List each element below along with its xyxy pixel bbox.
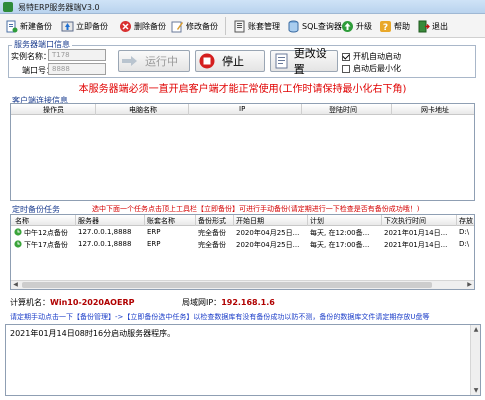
exit-button[interactable]: 退出 [416,17,448,35]
sql-analyzer-button[interactable]: SQL查询器 [286,17,342,35]
table-row[interactable]: 下午17点备份 127.0.0.1,8888 ERP 完全备份 2020年04月… [11,239,474,250]
scroll-down-icon[interactable]: ▼ [471,386,481,395]
col-ip: IP [239,105,246,113]
new-document-icon [4,19,18,33]
window-title: 易特ERP服务器端V3.0 [18,3,100,12]
autostart-checkbox[interactable]: 开机自动启动 [342,51,401,62]
scroll-up-icon[interactable]: ▲ [471,325,481,334]
computer-name-info: 计算机名：Win10-2020AOERP [10,298,135,307]
edit-backup-button[interactable]: 修改备份 [170,17,218,35]
log-vertical-scrollbar[interactable]: ▲ ▼ [470,325,480,395]
backup-notice: 请定期手动点击一下【备份管理】->【立即备份选中任务】以检查数据库有没有备份成功… [10,313,430,321]
scrollbar-thumb[interactable] [22,282,432,288]
toolbar-divider [225,17,226,35]
help-icon: ? [378,19,392,33]
account-book-icon [232,19,246,33]
instance-field[interactable]: T178 [48,49,106,61]
minimize-checkbox[interactable]: 启动后最小化 [342,63,401,74]
database-icon [286,19,300,33]
help-button[interactable]: ? 帮助 [378,17,410,35]
lan-ip-info: 局域网IP：192.168.1.6 [182,298,275,307]
schedule-table[interactable]: 名称 服务器 账套名称 备份形式 开始日期 计划 下次执行时间 存放 中午12点… [10,214,475,290]
port-field[interactable]: 8888 [48,63,106,75]
upgrade-button[interactable]: 升级 [340,17,372,35]
schedule-hint: 选中下面一个任务点击顶上工具栏【立即备份】可进行手动备份(请定期进行一下检查是否… [92,205,420,213]
clients-table-header: 操作员 电脑名称 IP 登陆时间 网卡地址 [11,104,474,115]
schedule-table-header: 名称 服务器 账套名称 备份形式 开始日期 计划 下次执行时间 存放 [11,215,474,226]
col-name: 名称 [15,217,29,225]
log-textarea[interactable]: 2021年01月14日08时16分启动服务器程序。 ▲ ▼ [5,324,481,396]
warning-banner: 本服务器端必须一直开启客户端才能正常使用(工作时请保持最小化右下角) [78,84,407,95]
backup-now-button[interactable]: 立即备份 [60,17,108,35]
clock-icon [14,228,22,238]
table-row[interactable]: 中午12点备份 127.0.0.1,8888 ERP 完全备份 2020年04月… [11,227,474,238]
col-operator: 操作员 [43,106,64,114]
col-backup-type: 备份形式 [198,217,226,225]
log-text: 2021年01月14日08时16分启动服务器程序。 [10,329,176,338]
computer-name-value: Win10-2020AOERP [50,298,135,307]
minimize-checkmark [342,64,350,73]
svg-text:?: ? [382,23,387,33]
stop-button[interactable]: 停止 [195,50,265,72]
upgrade-icon [340,19,354,33]
col-start-date: 开始日期 [236,217,264,225]
clock-icon [14,240,22,250]
scroll-right-icon[interactable]: ▶ [465,281,474,289]
stop-icon [198,52,216,70]
delete-icon [118,19,132,33]
run-button[interactable]: 运行中 [118,50,190,72]
toolbar: 新建备份 立即备份 删除备份 修改备份 账套管理 SQL查询器 升级 ? 帮助 … [0,14,485,38]
backup-now-icon [60,19,74,33]
col-account: 账套名称 [147,217,175,225]
autostart-checkmark [342,52,350,61]
col-login-time: 登陆时间 [329,106,357,114]
instance-label: 实例名称： [11,52,51,61]
col-next-run: 下次执行时间 [384,217,426,225]
col-location: 存放 [459,217,473,225]
app-icon [3,2,13,12]
change-settings-button[interactable]: 更改设置 [270,47,338,76]
edit-icon [170,19,184,33]
new-backup-button[interactable]: 新建备份 [4,17,52,35]
schedule-horizontal-scrollbar[interactable]: ◀ ▶ [11,280,474,289]
col-mac: 网卡地址 [421,106,449,114]
account-management-button[interactable]: 账套管理 [232,17,280,35]
play-arrow-icon [121,52,139,70]
lan-ip-value: 192.168.1.6 [221,298,275,307]
clients-table[interactable]: 操作员 电脑名称 IP 登陆时间 网卡地址 [10,103,475,201]
col-computer: 电脑名称 [129,106,157,114]
scroll-left-icon[interactable]: ◀ [11,281,20,289]
col-server: 服务器 [78,217,99,225]
col-plan: 计划 [310,217,324,225]
settings-doc-icon [273,52,291,70]
delete-backup-button[interactable]: 删除备份 [118,17,166,35]
title-bar: 易特ERP服务器端V3.0 [0,0,485,14]
exit-door-icon [416,19,430,33]
